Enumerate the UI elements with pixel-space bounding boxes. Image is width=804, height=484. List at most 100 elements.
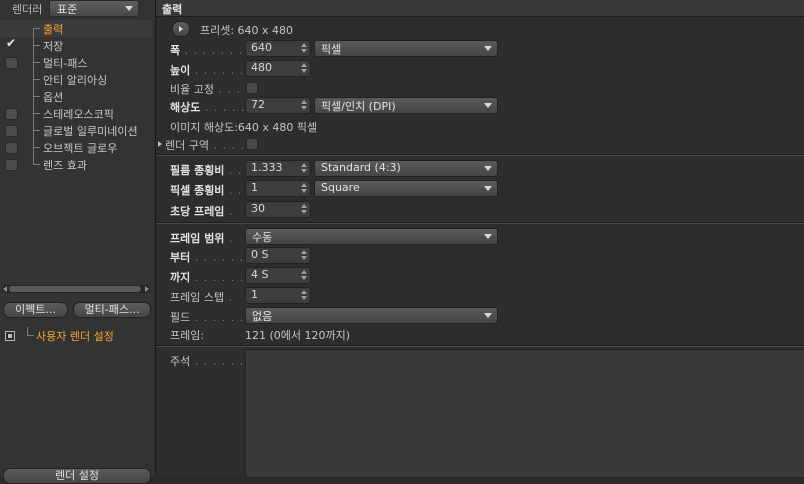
scroll-left-icon[interactable] — [3, 286, 7, 292]
tree-item-label: 저장 — [43, 40, 64, 53]
tree-item-label: 멀티-패스 — [43, 57, 88, 70]
resolution-label: 해상도 . . . . . . — [170, 101, 255, 114]
section-divider — [156, 345, 804, 347]
scroll-right-icon[interactable] — [145, 286, 149, 292]
tree-connector — [33, 147, 40, 148]
tree-item-object-glow[interactable]: 오브젝트 글로우 — [0, 139, 152, 156]
chevron-down-icon — [484, 234, 492, 239]
to-value: 4 S — [251, 268, 269, 281]
resolution-unit-value: 픽셀/인치 (DPI) — [321, 100, 396, 113]
height-input[interactable]: 480 — [245, 60, 311, 77]
film-aspect-preset-value: Standard (4:3) — [321, 161, 401, 174]
tree-item-label: 옵션 — [43, 91, 64, 104]
tree-item-label: 렌즈 효과 — [43, 159, 87, 172]
pixel-aspect-dropdown[interactable]: Square — [314, 180, 498, 197]
renderer-dropdown[interactable]: 표준 — [49, 0, 139, 17]
spinner-icon[interactable] — [301, 63, 307, 73]
frames-label: 프레임: — [170, 329, 205, 342]
horizontal-scrollbar[interactable] — [2, 285, 150, 293]
tree-item-lens-effects[interactable]: 렌즈 효과 — [0, 156, 152, 173]
tree-connector — [33, 28, 34, 37]
pixel-aspect-label: 픽셀 종횡비 . . — [170, 184, 243, 197]
width-value: 640 — [251, 41, 272, 54]
tree-item-label: 출력 — [43, 23, 64, 36]
chevron-down-icon — [125, 6, 133, 11]
width-unit-value: 픽셀 — [321, 43, 342, 56]
fps-label: 초당 프레임 . — [170, 205, 234, 218]
enable-checkbox[interactable] — [5, 108, 18, 120]
effect-button[interactable]: 이펙트... — [3, 302, 68, 318]
custom-render-setting[interactable]: 사용자 렌더 설정 — [0, 327, 152, 343]
render-settings-button[interactable]: 렌더 설정 — [3, 468, 151, 484]
resolution-value: 72 — [251, 98, 265, 111]
tree-connector — [33, 28, 40, 29]
tree-item-output[interactable]: 출력 — [0, 20, 152, 37]
resolution-input[interactable]: 72 — [245, 97, 311, 114]
tree-item-label: 스테레오스코픽 — [43, 108, 114, 121]
tree-item-label: 글로벌 일루미네이션 — [43, 125, 138, 138]
width-unit-dropdown[interactable]: 픽셀 — [314, 40, 498, 57]
section-divider — [156, 222, 804, 224]
lock-ratio-checkbox[interactable] — [246, 82, 258, 94]
scrollbar-thumb[interactable] — [9, 286, 141, 292]
renderer-selector: 렌더러 표준 — [0, 0, 155, 18]
tree-item-stereoscopic[interactable]: 스테레오스코픽 — [0, 105, 152, 122]
spinner-icon[interactable] — [301, 204, 307, 214]
spinner-icon[interactable] — [301, 270, 307, 280]
pixel-aspect-input[interactable]: 1 — [245, 180, 311, 197]
enable-checkbox[interactable] — [5, 159, 18, 171]
film-aspect-dropdown[interactable]: Standard (4:3) — [314, 160, 498, 177]
fps-input[interactable]: 30 — [245, 201, 311, 218]
render-region-checkbox[interactable] — [246, 138, 258, 150]
spinner-icon[interactable] — [301, 250, 307, 260]
frame-step-label: 프레임 스텝 . — [170, 291, 234, 304]
tree-item-save[interactable]: ✔ 저장 — [0, 36, 152, 54]
tree-item-global-illumination[interactable]: 글로벌 일루미네이션 — [0, 122, 152, 139]
chevron-down-icon — [484, 46, 492, 51]
tree-connector — [33, 45, 40, 46]
chevron-down-icon — [484, 313, 492, 318]
enable-checkbox[interactable] — [5, 57, 18, 69]
chevron-down-icon — [484, 186, 492, 191]
resolution-unit-dropdown[interactable]: 픽셀/인치 (DPI) — [314, 97, 498, 114]
chevron-down-icon — [484, 103, 492, 108]
enable-checkbox[interactable] — [5, 125, 18, 137]
image-resolution-info: 이미지 해상도:640 x 480 픽셀 — [170, 121, 318, 134]
spinner-icon[interactable] — [301, 100, 307, 110]
tree-item-options[interactable]: 옵션 — [0, 88, 152, 105]
chevron-down-icon — [484, 166, 492, 171]
notes-label: 주석 . . . . . . . — [170, 355, 254, 368]
enable-checkbox[interactable] — [5, 142, 18, 154]
film-aspect-label: 필름 종횡비 . . — [170, 164, 243, 177]
frame-range-dropdown[interactable]: 수동 — [245, 228, 498, 245]
panel-title: 출력 — [162, 3, 183, 16]
notes-textarea[interactable] — [245, 349, 804, 478]
render-region-label: 렌더 구역 . . . . — [165, 139, 245, 152]
from-value: 0 S — [251, 248, 269, 261]
spinner-icon[interactable] — [301, 163, 307, 173]
from-input[interactable]: 0 S — [245, 247, 311, 264]
multipass-button[interactable]: 멀티-패스... — [73, 302, 151, 318]
tree-connector — [33, 96, 40, 97]
tree-connector — [27, 327, 34, 336]
preset-menu-button[interactable] — [172, 21, 190, 37]
settings-tree: 출력 ✔ 저장 멀티-패스 안티 알리아싱 옵션 스테레오스코픽 글로벌 일루미… — [0, 20, 152, 173]
film-aspect-input[interactable]: 1.333 — [245, 160, 311, 177]
frame-step-value: 1 — [251, 288, 258, 301]
panel-header: 출력 — [156, 0, 804, 17]
spinner-icon[interactable] — [301, 43, 307, 53]
field-value: 없음 — [252, 310, 273, 323]
expand-arrow-icon[interactable] — [158, 141, 162, 147]
field-dropdown[interactable]: 없음 — [245, 307, 498, 324]
frame-step-input[interactable]: 1 — [245, 287, 311, 304]
tree-item-label: 오브젝트 글로우 — [43, 142, 118, 155]
tree-item-multipass[interactable]: 멀티-패스 — [0, 54, 152, 71]
tree-item-antialiasing[interactable]: 안티 알리아싱 — [0, 71, 152, 88]
spinner-icon[interactable] — [301, 183, 307, 193]
spinner-icon[interactable] — [301, 290, 307, 300]
frame-range-value: 수동 — [252, 231, 273, 244]
to-input[interactable]: 4 S — [245, 267, 311, 284]
width-input[interactable]: 640 — [245, 40, 311, 57]
checkmark-icon[interactable]: ✔ — [6, 36, 16, 50]
tree-connector — [33, 156, 34, 164]
